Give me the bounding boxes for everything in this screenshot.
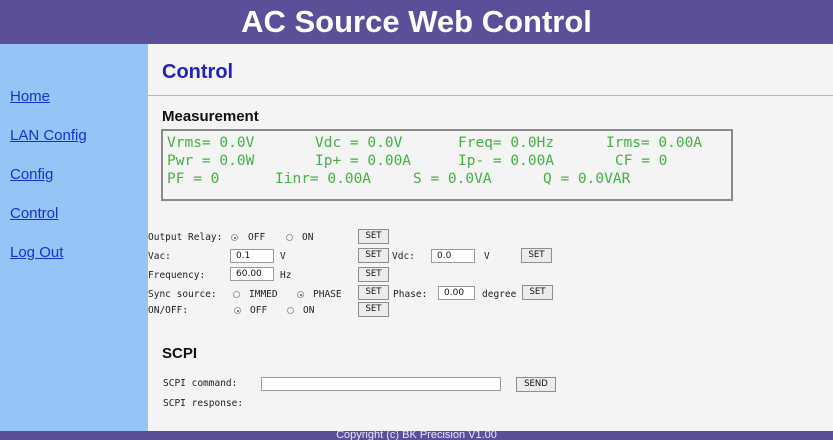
app-title: AC Source Web Control	[241, 4, 592, 39]
output-relay-off-label: OFF	[248, 232, 266, 243]
vdc-unit: V	[484, 251, 490, 262]
s-value: S = 0.0VA	[413, 171, 492, 187]
pf-value: PF = 0	[167, 171, 220, 187]
onoff-label: ON/OFF:	[148, 305, 189, 316]
output-relay-set-button[interactable]: SET	[358, 229, 389, 244]
vac-input[interactable]	[230, 249, 274, 263]
frequency-input[interactable]	[230, 267, 274, 281]
sync-set-button[interactable]: SET	[358, 285, 389, 300]
sidebar-item-home[interactable]: Home	[10, 88, 50, 105]
q-value: Q = 0.0VAR	[543, 171, 631, 187]
onoff-off-radio[interactable]	[234, 307, 241, 314]
vac-set-button[interactable]: SET	[358, 248, 389, 263]
app-header: AC Source Web Control	[0, 0, 833, 44]
scpi-response-label: SCPI response:	[163, 398, 244, 409]
sync-immed-radio[interactable]	[233, 291, 240, 298]
frequency-unit: Hz	[280, 270, 292, 281]
freq-value: Freq= 0.0Hz	[458, 135, 555, 151]
output-relay-label: Output Relay:	[148, 232, 223, 243]
vdc-input[interactable]	[431, 249, 475, 263]
vac-label: Vac:	[148, 251, 171, 262]
scpi-command-input[interactable]	[261, 377, 501, 391]
phase-label: Phase:	[393, 289, 428, 300]
irms-value: Irms= 0.00A	[606, 135, 703, 151]
cf-value: CF = 0	[615, 153, 668, 169]
sync-phase-label: PHASE	[313, 289, 342, 300]
iinr-value: Iinr= 0.00A	[275, 171, 372, 187]
measurement-panel: Vrms= 0.0V Vdc = 0.0V Freq= 0.0Hz Irms= …	[161, 129, 733, 201]
vac-unit: V	[280, 251, 286, 262]
page-title: Control	[162, 61, 234, 83]
phase-unit: degree	[482, 289, 517, 300]
sidebar-item-control[interactable]: Control	[10, 205, 58, 222]
output-relay-on-label: ON	[302, 232, 314, 243]
vrms-value: Vrms= 0.0V	[167, 135, 255, 151]
send-button[interactable]: SEND	[516, 377, 556, 392]
scpi-title: SCPI	[162, 345, 198, 362]
frequency-label: Frequency:	[148, 270, 206, 281]
ip-minus-value: Ip- = 0.00A	[458, 153, 555, 169]
sync-phase-radio[interactable]	[297, 291, 304, 298]
copyright-text: Copyright (c) BK Precision V1.00	[336, 431, 497, 440]
onoff-on-label: ON	[303, 305, 315, 316]
phase-input[interactable]	[438, 286, 475, 300]
vdc-set-button[interactable]: SET	[521, 248, 552, 263]
scpi-command-label: SCPI command:	[163, 378, 238, 389]
sidebar-item-lan-config[interactable]: LAN Config	[10, 127, 87, 144]
pwr-value: Pwr = 0.0W	[167, 153, 255, 169]
onoff-off-label: OFF	[250, 305, 268, 316]
sync-source-label: Sync source:	[148, 289, 217, 300]
footer: Copyright (c) BK Precision V1.00	[0, 431, 833, 440]
sync-immed-label: IMMED	[249, 289, 278, 300]
vdc-label: Vdc:	[392, 251, 415, 262]
ip-plus-value: Ip+ = 0.00A	[315, 153, 412, 169]
title-divider	[148, 95, 833, 96]
vdc-value: Vdc = 0.0V	[315, 135, 403, 151]
onoff-on-radio[interactable]	[287, 307, 294, 314]
sidebar: Home LAN Config Config Control Log Out	[0, 44, 148, 431]
output-relay-off-radio[interactable]	[231, 234, 238, 241]
sidebar-item-config[interactable]: Config	[10, 166, 53, 183]
phase-set-button[interactable]: SET	[522, 285, 553, 300]
output-relay-on-radio[interactable]	[286, 234, 293, 241]
frequency-set-button[interactable]: SET	[358, 267, 389, 282]
sidebar-item-log-out[interactable]: Log Out	[10, 244, 63, 261]
measurement-title: Measurement	[162, 108, 259, 125]
onoff-set-button[interactable]: SET	[358, 302, 389, 317]
